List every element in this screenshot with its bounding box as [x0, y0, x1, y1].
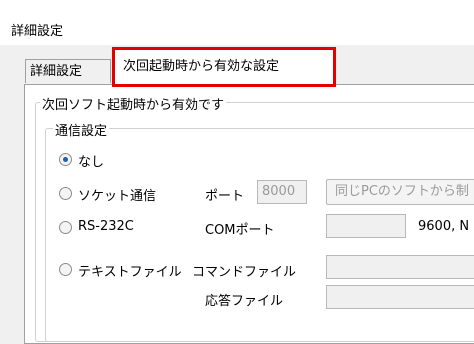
radio-text-file[interactable] [59, 263, 72, 276]
tab-next-startup-settings[interactable]: 次回起動時から有効な設定 [112, 47, 336, 87]
com-port-select[interactable] [326, 214, 406, 238]
title-bar: 詳細設定 [0, 0, 474, 45]
response-file-label: 応答ファイル [205, 294, 284, 309]
radio-none-label: なし [78, 155, 105, 170]
comm-settings-title: 通信設定 [53, 120, 110, 139]
com-port-label: COMポート [205, 223, 275, 238]
response-file-input[interactable] [326, 285, 474, 309]
radio-none[interactable] [59, 153, 72, 166]
same-pc-button[interactable]: 同じPCのソフトから制 [326, 179, 474, 205]
tab-label: 詳細設定 [30, 64, 83, 79]
window-title: 詳細設定 [11, 24, 64, 39]
radio-socket-label: ソケット通信 [78, 189, 157, 204]
baud-setting-text: 9600, N [418, 219, 470, 234]
tab-advanced-settings[interactable]: 詳細設定 [25, 59, 111, 83]
radio-rs232c[interactable] [59, 221, 72, 234]
tab-label: 次回起動時から有効な設定 [123, 59, 280, 74]
port-input[interactable]: 8000 [257, 180, 307, 204]
command-file-label: コマンドファイル [192, 265, 297, 280]
command-file-input[interactable] [326, 255, 474, 279]
radio-rs232c-label: RS-232C [78, 219, 134, 234]
next-startup-group-title: 次回ソフト起動時から有効です [40, 94, 227, 113]
radio-text-file-label: テキストファイル [78, 265, 182, 280]
port-label: ポート [205, 189, 245, 204]
radio-socket[interactable] [59, 187, 72, 200]
